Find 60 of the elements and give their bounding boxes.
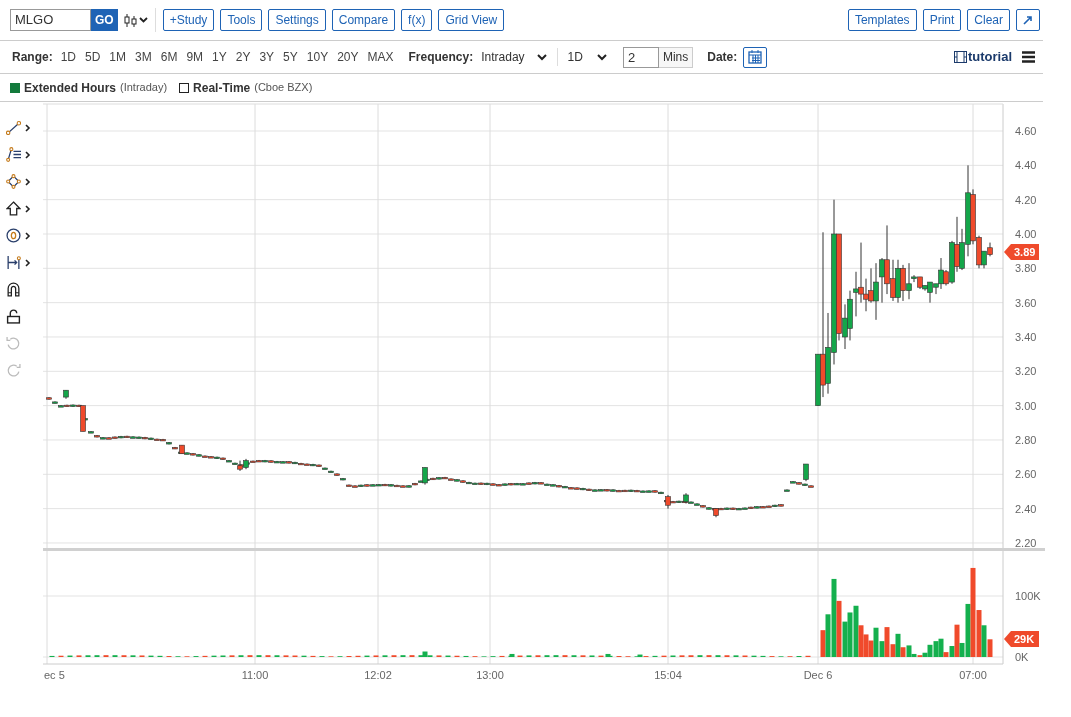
time-axis-label: 11:00: [241, 669, 269, 681]
range-option[interactable]: 3M: [135, 48, 152, 66]
tutorial-link[interactable]: tutorial: [953, 47, 1012, 67]
range-option[interactable]: 1Y: [212, 48, 227, 66]
time-axis-label: 12:02: [364, 669, 392, 681]
volume-tag: 29K: [1004, 631, 1039, 647]
legend-note: (Intraday): [120, 80, 168, 96]
legend-label: Extended Hours: [24, 79, 116, 97]
frequency-label: Frequency:: [408, 49, 474, 66]
time-axis-label: Dec 6: [803, 669, 833, 681]
range-option[interactable]: 5D: [85, 48, 101, 66]
volume-axis-label: 100K: [1015, 590, 1041, 602]
toolbar-button[interactable]: f(x): [401, 9, 433, 31]
toolbar-button[interactable]: Settings: [268, 9, 326, 31]
legend-label: Real-Time: [193, 79, 251, 97]
toolbar-button[interactable]: +Study: [162, 9, 215, 31]
range-option[interactable]: 6M: [160, 48, 178, 66]
range-option[interactable]: 10Y: [306, 48, 329, 66]
range-option[interactable]: 1M: [109, 48, 127, 66]
price-axis-label: 4.40: [1015, 159, 1037, 172]
range-option[interactable]: 3Y: [259, 48, 275, 66]
price-axis-label: 3.40: [1015, 331, 1037, 343]
price-axis-label: 3.20: [1015, 365, 1037, 378]
price-axis-label: 2.20: [1015, 536, 1037, 549]
period-dropdown[interactable]: 1D: [567, 48, 607, 66]
price-axis-label: 2.80: [1015, 433, 1037, 446]
price-axis-label: 2.60: [1015, 468, 1037, 481]
price-axis-label: 3.80: [1015, 262, 1037, 275]
date-label: Date:: [707, 49, 738, 66]
toolbar-button[interactable]: Print: [922, 9, 962, 31]
price-tag: 3.89: [1004, 244, 1039, 260]
toolbar-button[interactable]: Compare: [331, 9, 396, 31]
price-axis-label: 3.60: [1015, 296, 1037, 309]
range-option[interactable]: 5Y: [283, 48, 298, 66]
price-axis-label: 4.00: [1015, 228, 1037, 240]
interval-input[interactable]: 2: [622, 46, 659, 68]
toolbar-button[interactable]: Templates: [847, 9, 917, 31]
price-axis-label: 4.20: [1015, 193, 1037, 206]
time-axis-label: 07:00: [959, 669, 987, 681]
time-axis-label: ec 5: [44, 669, 65, 681]
time-axis-label: 13:00: [476, 669, 504, 681]
range-option[interactable]: 20Y: [337, 48, 359, 66]
price-axis-label: 2.40: [1015, 502, 1037, 515]
range-option[interactable]: 9M: [186, 48, 204, 66]
go-button[interactable]: GO: [91, 9, 118, 31]
symbol-input[interactable]: MLGO: [10, 9, 91, 31]
range-option[interactable]: 2Y: [235, 48, 251, 66]
price-axis-label: 3.00: [1015, 399, 1037, 412]
volume-axis-label: 0K: [1015, 651, 1029, 663]
legend-note: (Cboe BZX): [254, 80, 313, 96]
toolbar-button[interactable]: Tools: [220, 9, 263, 31]
time-axis-label: 15:04: [654, 669, 682, 681]
price-axis-label: 4.60: [1015, 125, 1037, 137]
range-option[interactable]: MAX: [367, 48, 394, 66]
interval-unit: Mins: [658, 46, 694, 68]
toolbar-button[interactable]: Grid View: [438, 9, 505, 31]
range-label: Range:: [12, 49, 53, 66]
range-option[interactable]: 1D: [60, 48, 76, 66]
toolbar-button[interactable]: Clear: [967, 9, 1010, 31]
frequency-dropdown[interactable]: Intraday: [481, 48, 558, 66]
